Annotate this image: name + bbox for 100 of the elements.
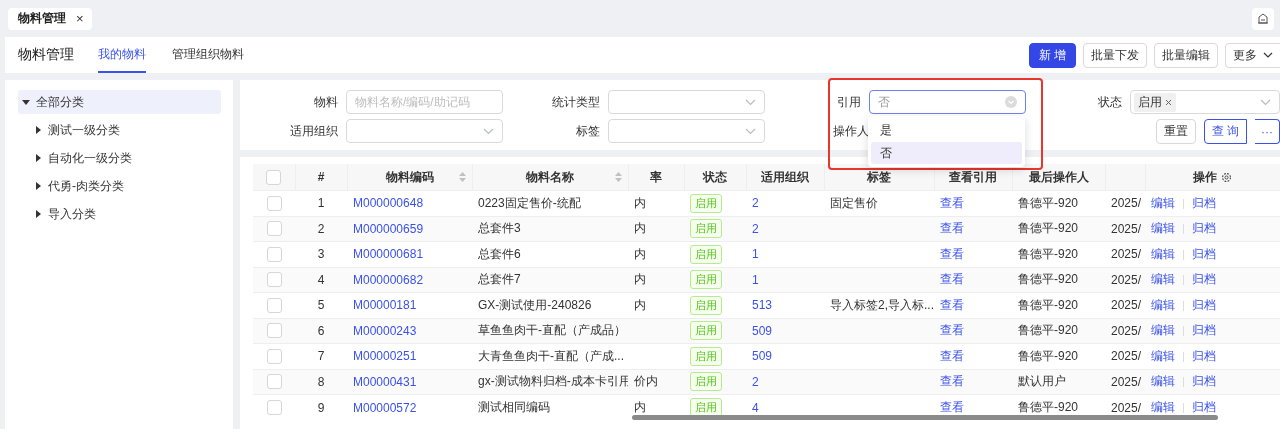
settings-icon[interactable] [1221,171,1232,183]
action-link[interactable]: 归档 [1192,221,1216,236]
table-cell: 0223固定售价-统配 [478,195,581,210]
action-link[interactable]: 归档 [1192,195,1216,210]
table-cell: 价内 [634,374,658,389]
table-link[interactable]: 2 [752,196,759,211]
column-header: 操作 [1193,168,1217,186]
table-link[interactable]: M00000251 [353,349,417,364]
scrollbar[interactable] [632,415,1218,420]
action-link[interactable]: 归档 [1192,297,1216,312]
action-link[interactable]: 归档 [1192,272,1216,287]
checkbox[interactable] [266,221,282,237]
checkbox[interactable] [266,272,282,288]
action-link[interactable]: 编辑 [1151,400,1175,414]
action-link[interactable]: 编辑 [1151,221,1175,236]
action-link[interactable]: 归档 [1192,348,1216,363]
toolbar-button[interactable]: 新 增 [1028,42,1076,68]
checkbox[interactable] [266,323,282,339]
action-link[interactable]: 编辑 [1151,297,1175,312]
chevron-circle-icon [1005,96,1017,108]
table-cell: 2025/ [1111,196,1142,211]
action-link[interactable]: 归档 [1192,374,1216,389]
table-link[interactable]: 查看 [940,297,964,312]
table-cell: 总套件3 [478,221,521,236]
action-link[interactable]: 编辑 [1151,195,1175,210]
tab[interactable]: 我的物料 [98,37,146,73]
table-cell: 内 [634,272,646,287]
sort-icon[interactable] [614,172,622,182]
chevron-down-icon [483,127,494,135]
action-link[interactable]: 编辑 [1151,348,1175,363]
action-link[interactable]: 编辑 [1151,323,1175,338]
filter-button[interactable]: 重置 [1155,119,1196,144]
table-link[interactable]: 4 [752,400,759,415]
action-link[interactable]: 编辑 [1151,246,1175,261]
table-link[interactable]: 509 [752,323,773,338]
tree-item[interactable]: 代勇-肉类分类 [18,174,221,198]
table-link[interactable]: 查看 [940,272,964,287]
page-title: 物料管理 [18,45,74,64]
filter-label: 操作人 [832,122,869,140]
table-link[interactable]: 2 [752,221,759,236]
table-link[interactable]: 查看 [940,374,964,389]
checkbox[interactable] [266,400,282,416]
table-link[interactable]: 查看 [940,195,964,210]
action-link[interactable]: 编辑 [1151,374,1175,389]
table-link[interactable]: 查看 [940,323,964,338]
table-link[interactable]: 509 [752,349,773,364]
table-link[interactable]: 查看 [940,246,964,261]
table-link[interactable]: 513 [752,298,773,313]
house-button[interactable] [1252,7,1274,30]
table-link[interactable]: M00000181 [353,298,417,313]
table-link[interactable]: 查看 [940,348,964,363]
more-dropdown-button[interactable]: 更多 [1225,42,1280,68]
table-cell: 鲁德平-920 [1018,348,1079,363]
table-link[interactable]: M00000572 [353,400,417,415]
toolbar-button[interactable]: 批量编辑 [1154,42,1218,68]
table-cell: 默认用户 [1018,374,1066,389]
table-cell: 鲁德平-920 [1018,221,1079,236]
toolbar-button[interactable]: 批量下发 [1083,42,1147,68]
close-button[interactable]: × [76,11,84,26]
chevron-down-icon [1260,98,1271,106]
action-link[interactable]: 归档 [1192,246,1216,261]
tree-item[interactable]: 自动化一级分类 [18,146,221,170]
status-tag: 启用 [690,372,722,392]
tree-item[interactable]: 测试一级分类 [18,118,221,142]
select-field[interactable]: 启用 [1130,90,1280,114]
checkbox[interactable] [266,374,282,390]
table-cell: 鲁德平-920 [1018,246,1079,261]
tree-item[interactable]: 导入分类 [18,202,221,226]
filter-label: 引用 [836,93,861,111]
action-link[interactable]: 归档 [1192,323,1216,338]
action-link[interactable]: 归档 [1192,400,1216,414]
checkbox[interactable] [266,169,282,185]
page-tab[interactable]: 物料管理 × [8,7,92,30]
filter-button[interactable]: 查 询 [1203,119,1247,144]
table-link[interactable]: 1 [752,272,759,287]
checkbox[interactable] [266,195,282,211]
table-cell: 草鱼鱼肉干-直配（产成品） [478,323,626,338]
table-link[interactable]: M000000681 [353,247,424,262]
more-button[interactable]: ··· [1255,119,1280,144]
table-cell: 鲁德平-920 [1018,272,1079,287]
sort-icon[interactable] [458,172,466,182]
table-link[interactable]: 查看 [940,400,964,414]
checkbox[interactable] [266,246,282,262]
table-link[interactable]: 查看 [940,221,964,236]
table-link[interactable]: 1 [752,247,759,262]
checkbox[interactable] [266,297,282,313]
table-link[interactable]: M000000648 [353,196,424,211]
dropdown-option[interactable]: 否 [871,142,1022,164]
table-link[interactable]: 2 [752,374,759,389]
tree-item[interactable]: 全部分类 [18,90,221,114]
dropdown-option[interactable]: 是 [871,119,1022,141]
status-tag: 启用 [690,244,722,264]
tab[interactable]: 管理组织物料 [172,37,244,73]
select-field[interactable] [608,90,765,114]
select-field[interactable] [608,119,765,143]
close-icon[interactable] [1165,98,1172,106]
select-field[interactable] [346,119,503,143]
action-link[interactable]: 编辑 [1151,272,1175,287]
table-cell: 大青鱼鱼肉干-直配（产成... [478,348,624,363]
checkbox[interactable] [266,348,282,364]
